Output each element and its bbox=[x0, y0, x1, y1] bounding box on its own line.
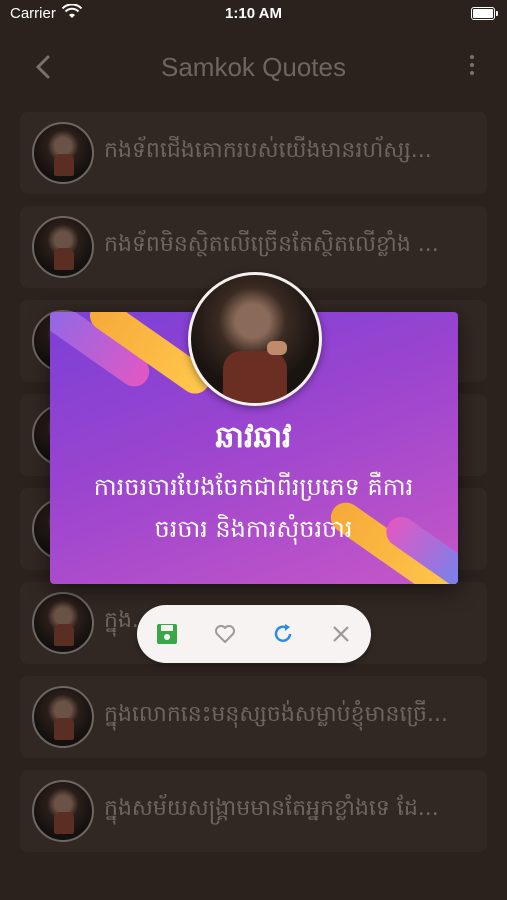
character-name: ឆាវឆាវ bbox=[215, 420, 292, 455]
action-bar bbox=[137, 605, 371, 663]
character-avatar bbox=[188, 272, 322, 406]
quote-text: ការចរចារបែងចែកជាពីរប្រភេទ គឺការចរចារ និង… bbox=[93, 473, 414, 543]
refresh-icon[interactable] bbox=[271, 622, 295, 646]
heart-icon[interactable] bbox=[213, 622, 237, 646]
save-icon[interactable] bbox=[155, 622, 179, 646]
close-icon[interactable] bbox=[329, 622, 353, 646]
